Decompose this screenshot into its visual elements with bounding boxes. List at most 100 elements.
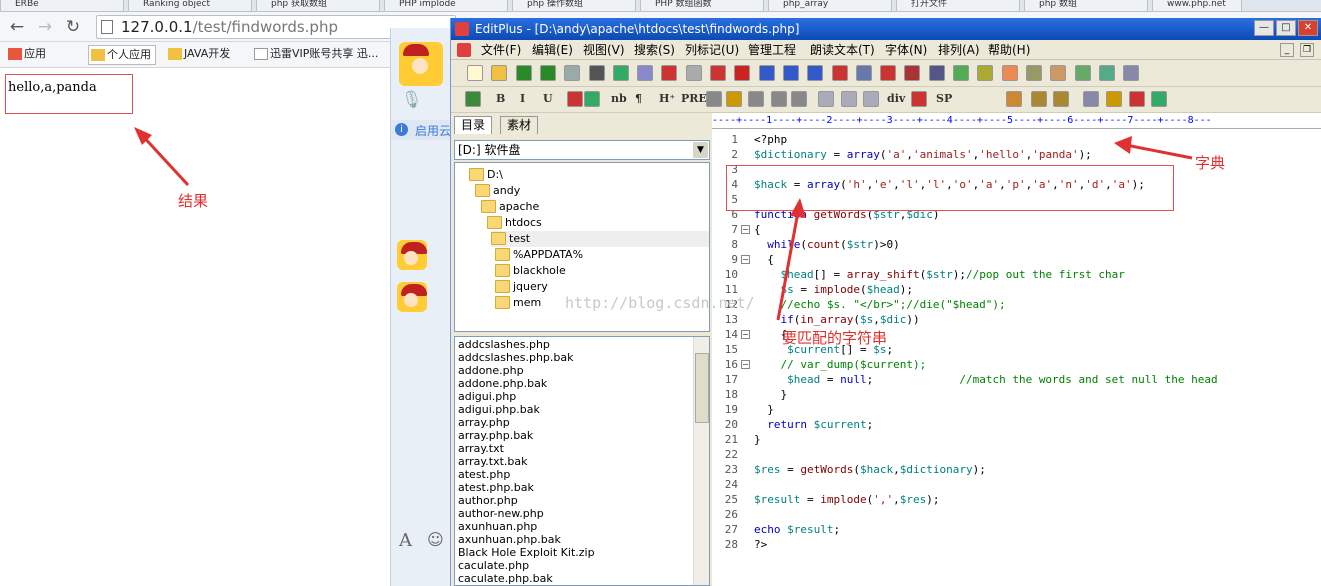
toolbar-icon[interactable] bbox=[953, 65, 969, 81]
file-list-item[interactable]: addcslashes.php bbox=[458, 338, 550, 351]
folder-tree-item[interactable]: mem bbox=[495, 295, 541, 311]
file-list-item[interactable]: array.php bbox=[458, 416, 510, 429]
fold-toggle-icon[interactable]: − bbox=[741, 255, 750, 264]
menu-item[interactable]: 搜索(S) bbox=[634, 42, 675, 58]
reload-icon[interactable]: ↻ bbox=[62, 16, 84, 38]
toolbar-icon[interactable] bbox=[880, 65, 897, 81]
scroll-thumb[interactable] bbox=[695, 353, 709, 423]
folder-tree-item[interactable]: test bbox=[491, 231, 709, 247]
toolbar-icon[interactable] bbox=[1025, 65, 1042, 81]
toolbar-icon[interactable] bbox=[911, 91, 927, 107]
toolbar-icon[interactable] bbox=[1001, 65, 1018, 81]
menu-item[interactable]: 排列(A) bbox=[938, 42, 980, 58]
toolbar-text-button[interactable]: U bbox=[543, 91, 553, 107]
toolbar-icon[interactable] bbox=[637, 65, 654, 81]
toolbar-icon[interactable] bbox=[467, 65, 483, 81]
contact-avatar[interactable] bbox=[397, 240, 427, 270]
toolbar-icon[interactable] bbox=[726, 91, 742, 107]
folder-tree-item[interactable]: apache bbox=[481, 199, 539, 215]
menu-item[interactable]: 视图(V) bbox=[583, 42, 625, 58]
toolbar-icon[interactable] bbox=[1151, 91, 1167, 107]
toolbar-icon[interactable] bbox=[748, 91, 764, 107]
font-icon[interactable]: A bbox=[399, 530, 412, 551]
toolbar-icon[interactable] bbox=[1053, 91, 1069, 107]
toolbar-icon[interactable] bbox=[855, 65, 872, 81]
menu-item[interactable]: 管理工程 bbox=[748, 42, 796, 58]
toolbar-icon[interactable] bbox=[928, 65, 945, 81]
menu-item[interactable]: 字体(N) bbox=[885, 42, 927, 58]
folder-tree-item[interactable]: jquery bbox=[495, 279, 548, 295]
contact-avatar[interactable] bbox=[397, 282, 427, 312]
toolbar-text-button[interactable]: B bbox=[496, 91, 505, 107]
menu-item[interactable]: 朗读文本(T) bbox=[810, 42, 875, 58]
browser-tab[interactable]: Ranking object bbox=[128, 0, 252, 11]
toolbar-icon[interactable] bbox=[1050, 65, 1067, 81]
close-icon[interactable]: ✕ bbox=[1298, 20, 1318, 36]
toolbar-icon[interactable] bbox=[515, 65, 532, 81]
toolbar-icon[interactable] bbox=[863, 91, 879, 107]
toolbar-text-button[interactable]: nb bbox=[611, 91, 627, 107]
toolbar-icon[interactable] bbox=[465, 91, 481, 107]
browser-tab[interactable]: PHP 数组函数 bbox=[640, 0, 764, 11]
toolbar-icon[interactable] bbox=[1006, 91, 1022, 107]
toolbar-text-button[interactable]: SP bbox=[936, 91, 952, 107]
fold-toggle-icon[interactable]: − bbox=[741, 330, 750, 339]
file-list-item[interactable]: axunhuan.php bbox=[458, 520, 537, 533]
minimize-icon[interactable]: — bbox=[1254, 20, 1274, 36]
folder-tree-item[interactable]: htdocs bbox=[487, 215, 542, 231]
toolbar-icon[interactable] bbox=[758, 65, 775, 81]
file-list-item[interactable]: array.php.bak bbox=[458, 429, 533, 442]
toolbar-text-button[interactable]: ¶ bbox=[635, 91, 642, 107]
menu-item[interactable]: 文件(F) bbox=[481, 42, 521, 58]
avatar[interactable] bbox=[399, 42, 443, 86]
bookmark-item[interactable]: JAVA开发 bbox=[166, 45, 230, 65]
toolbar-icon[interactable] bbox=[564, 65, 581, 81]
file-list-item[interactable]: author.php bbox=[458, 494, 518, 507]
file-list-item[interactable]: axunhuan.php.bak bbox=[458, 533, 561, 546]
toolbar-icon[interactable] bbox=[977, 65, 994, 81]
toolbar-icon[interactable] bbox=[710, 65, 726, 81]
tab-directory[interactable]: 目录 bbox=[454, 116, 493, 134]
toolbar-text-button[interactable]: PRE bbox=[681, 91, 707, 107]
file-list-scrollbar[interactable] bbox=[693, 337, 709, 585]
toolbar-icon[interactable] bbox=[539, 65, 556, 81]
browser-tab[interactable]: 打开文件 bbox=[896, 0, 1020, 11]
toolbar-icon[interactable] bbox=[567, 91, 583, 107]
menu-item[interactable]: 帮助(H) bbox=[988, 42, 1030, 58]
toolbar-text-button[interactable]: H⁺ bbox=[659, 91, 675, 107]
toolbar-icon[interactable] bbox=[1083, 91, 1099, 107]
emoji-icon[interactable]: ☺ bbox=[427, 530, 444, 549]
toolbar-icon[interactable] bbox=[706, 91, 722, 107]
file-list-item[interactable]: adigui.php bbox=[458, 390, 516, 403]
toolbar-icon[interactable] bbox=[685, 65, 702, 81]
toolbar-icon[interactable] bbox=[661, 65, 678, 81]
file-list-item[interactable]: author-new.php bbox=[458, 507, 544, 520]
drive-select[interactable]: [D:] 软件盘 ▼ bbox=[454, 140, 710, 160]
browser-tab[interactable]: php 操作数组 bbox=[512, 0, 636, 11]
menu-item[interactable]: 列标记(U) bbox=[685, 42, 739, 58]
toolbar-icon[interactable] bbox=[588, 65, 605, 81]
toolbar-icon[interactable] bbox=[1098, 65, 1115, 81]
toolbar-icon[interactable] bbox=[612, 65, 629, 81]
toolbar-icon[interactable] bbox=[1123, 65, 1140, 81]
toolbar-icon[interactable] bbox=[1031, 91, 1047, 107]
bookmark-item[interactable]: 个人应用 bbox=[88, 45, 156, 65]
toolbar-text-button[interactable]: div bbox=[887, 91, 905, 107]
fold-toggle-icon[interactable]: − bbox=[741, 360, 750, 369]
folder-tree-item[interactable]: %APPDATA% bbox=[495, 247, 583, 263]
browser-tab[interactable]: php 获取数组 bbox=[256, 0, 380, 11]
toolbar-icon[interactable] bbox=[818, 91, 834, 107]
toolbar-icon[interactable] bbox=[807, 65, 824, 81]
toolbar-icon[interactable] bbox=[491, 65, 508, 81]
toolbar-icon[interactable] bbox=[831, 65, 848, 81]
toolbar-icon[interactable] bbox=[782, 65, 799, 81]
forward-arrow-icon[interactable]: → bbox=[34, 16, 56, 38]
back-arrow-icon[interactable]: ← bbox=[6, 16, 28, 38]
folder-tree-item[interactable]: blackhole bbox=[495, 263, 566, 279]
file-list-item[interactable]: addone.php bbox=[458, 364, 524, 377]
toolbar-icon[interactable] bbox=[1106, 91, 1122, 107]
file-list-item[interactable]: atest.php.bak bbox=[458, 481, 534, 494]
toolbar-icon[interactable] bbox=[1074, 65, 1091, 81]
doc-minimize-icon[interactable]: _ bbox=[1280, 43, 1294, 57]
browser-tab[interactable]: PHP implode bbox=[384, 0, 508, 11]
